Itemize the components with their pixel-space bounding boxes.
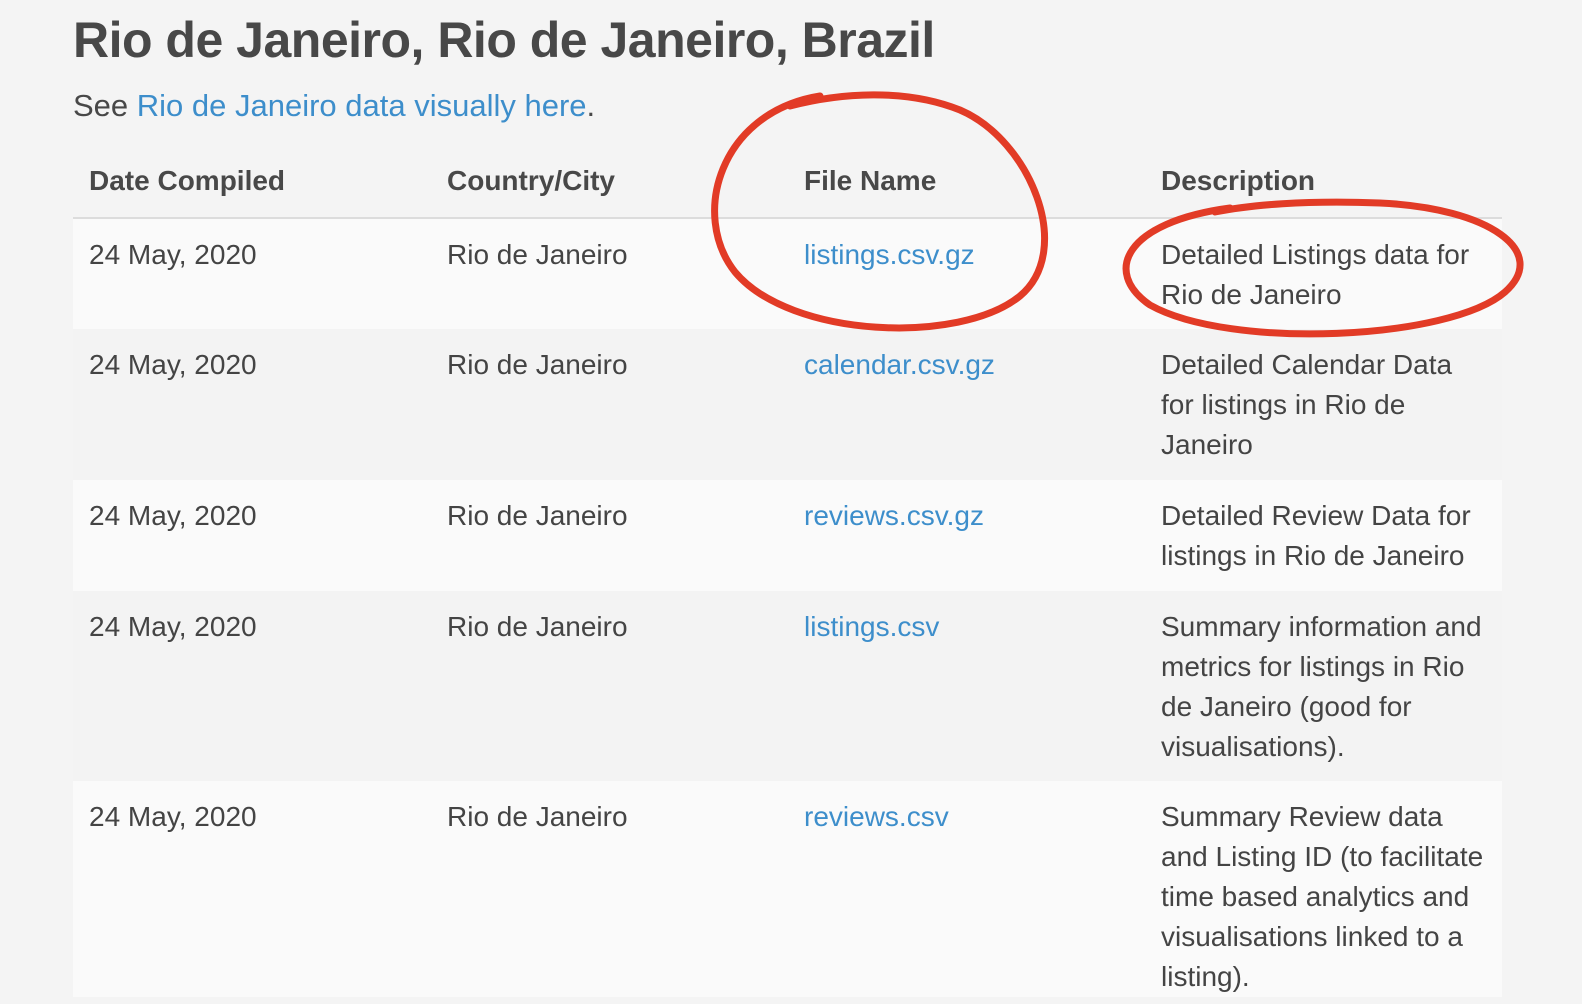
intro-suffix: .: [586, 88, 596, 123]
file-cell: calendar.csv.gz: [788, 329, 1145, 480]
file-cell: listings.csv: [788, 591, 1145, 781]
date-cell: 24 May, 2020: [89, 801, 257, 832]
header-description: Description: [1145, 145, 1502, 219]
date-cell: 24 May, 2020: [89, 611, 257, 642]
table-row: 24 May, 2020 Rio de Janeiro reviews.csv …: [73, 781, 1502, 997]
date-cell: 24 May, 2020: [89, 239, 257, 270]
header-file-name: File Name: [788, 145, 1145, 219]
description-cell: Summary Review data and Listing ID (to f…: [1161, 801, 1484, 992]
file-link[interactable]: listings.csv.gz: [804, 239, 975, 270]
description-cell: Detailed Calendar Data for listings in R…: [1161, 349, 1453, 460]
file-link[interactable]: calendar.csv.gz: [804, 349, 995, 380]
file-cell: reviews.csv: [788, 781, 1145, 997]
city-cell: Rio de Janeiro: [447, 611, 628, 642]
file-cell: reviews.csv.gz: [788, 480, 1145, 591]
file-link[interactable]: reviews.csv.gz: [804, 500, 984, 531]
table-row: 24 May, 2020 Rio de Janeiro calendar.csv…: [73, 329, 1502, 480]
city-cell: Rio de Janeiro: [447, 349, 628, 380]
description-cell: Detailed Listings data for Rio de Janeir…: [1161, 239, 1470, 310]
city-cell: Rio de Janeiro: [447, 801, 628, 832]
description-cell: Summary information and metrics for list…: [1161, 611, 1482, 762]
description-cell: Detailed Review Data for listings in Rio…: [1161, 500, 1471, 571]
city-cell: Rio de Janeiro: [447, 239, 628, 270]
file-link[interactable]: listings.csv: [804, 611, 939, 642]
header-date-compiled: Date Compiled: [73, 145, 431, 219]
date-cell: 24 May, 2020: [89, 349, 257, 380]
table-row: 24 May, 2020 Rio de Janeiro reviews.csv.…: [73, 480, 1502, 591]
header-country-city: Country/City: [431, 145, 788, 219]
file-cell: listings.csv.gz: [788, 218, 1145, 329]
table-row: 24 May, 2020 Rio de Janeiro listings.csv…: [73, 218, 1502, 329]
table-header-row: Date Compiled Country/City File Name Des…: [73, 145, 1502, 219]
file-link[interactable]: reviews.csv: [804, 801, 949, 832]
data-files-table: Date Compiled Country/City File Name Des…: [73, 145, 1502, 997]
page-title: Rio de Janeiro, Rio de Janeiro, Brazil: [73, 12, 935, 68]
city-cell: Rio de Janeiro: [447, 500, 628, 531]
table-row: 24 May, 2020 Rio de Janeiro listings.csv…: [73, 591, 1502, 781]
visual-data-link[interactable]: Rio de Janeiro data visually here: [137, 88, 587, 123]
date-cell: 24 May, 2020: [89, 500, 257, 531]
intro-prefix: See: [73, 88, 137, 123]
intro-text: See Rio de Janeiro data visually here.: [73, 84, 595, 128]
